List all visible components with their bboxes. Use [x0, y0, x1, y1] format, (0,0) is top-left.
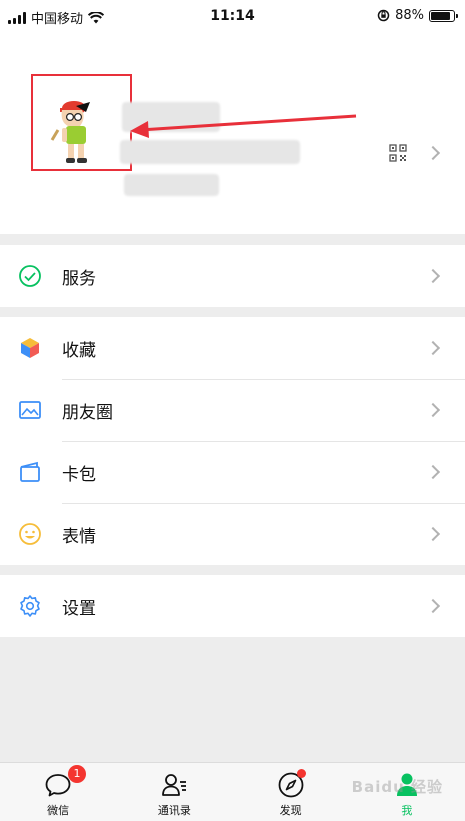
menu-label: 卡包 [62, 464, 96, 485]
tab-label: 我 [401, 804, 413, 817]
tab-discover[interactable]: 发现 [233, 763, 349, 821]
cube-icon [21, 338, 39, 358]
wallet-check-icon [19, 265, 41, 287]
chevron-right-icon [425, 464, 441, 480]
menu-item-cards[interactable]: 卡包 [0, 441, 465, 503]
gear-icon [20, 595, 40, 617]
chevron-right-icon [425, 340, 441, 356]
blurred-wechat-id [120, 140, 300, 164]
chevron-right-icon [425, 598, 441, 614]
menu-label: 服务 [62, 268, 96, 289]
tab-contacts[interactable]: 通讯录 [116, 763, 232, 821]
settings-group: 设置 [0, 575, 465, 637]
menu-item-moments[interactable]: 朋友圈 [0, 379, 465, 441]
menu-label: 朋友圈 [62, 402, 113, 423]
card-wallet-icon [20, 461, 40, 482]
status-right: 88% [377, 8, 458, 23]
discover-notification-dot [297, 769, 306, 778]
features-group: 收藏 朋友圈 卡包 表情 [0, 317, 465, 565]
avatar-highlight-box [31, 74, 132, 171]
qr-code-icon[interactable] [389, 144, 407, 162]
tab-chats[interactable]: 微信 1 [0, 763, 116, 821]
menu-item-settings[interactable]: 设置 [0, 575, 465, 637]
contacts-icon [162, 774, 187, 796]
blurred-status [124, 174, 219, 196]
tab-label: 发现 [279, 804, 302, 817]
chevron-right-icon [425, 402, 441, 418]
chevron-right-icon [425, 268, 441, 284]
menu-item-favorites[interactable]: 收藏 [0, 317, 465, 379]
tab-label: 微信 [47, 804, 70, 817]
unread-badge: 1 [68, 765, 86, 783]
picture-icon [19, 401, 41, 419]
tab-label: 通讯录 [157, 804, 191, 817]
menu-item-services[interactable]: 服务 [0, 245, 465, 307]
watermark: Baidu 经验 [351, 778, 443, 796]
menu-label: 收藏 [62, 340, 96, 361]
status-bar: 中国移动 11:14 88% [0, 0, 465, 34]
menu-label: 设置 [62, 598, 96, 619]
profile-header[interactable] [0, 34, 465, 234]
menu-item-stickers[interactable]: 表情 [0, 503, 465, 565]
services-group: 服务 [0, 245, 465, 307]
annotation-arrow [130, 114, 357, 138]
chevron-right-icon [425, 526, 441, 542]
battery-percent: 88% [395, 8, 424, 23]
smiley-icon [19, 523, 41, 545]
orientation-lock-icon [377, 9, 390, 22]
battery-icon [429, 9, 458, 22]
menu-label: 表情 [62, 526, 96, 547]
chevron-right-icon [425, 145, 441, 161]
